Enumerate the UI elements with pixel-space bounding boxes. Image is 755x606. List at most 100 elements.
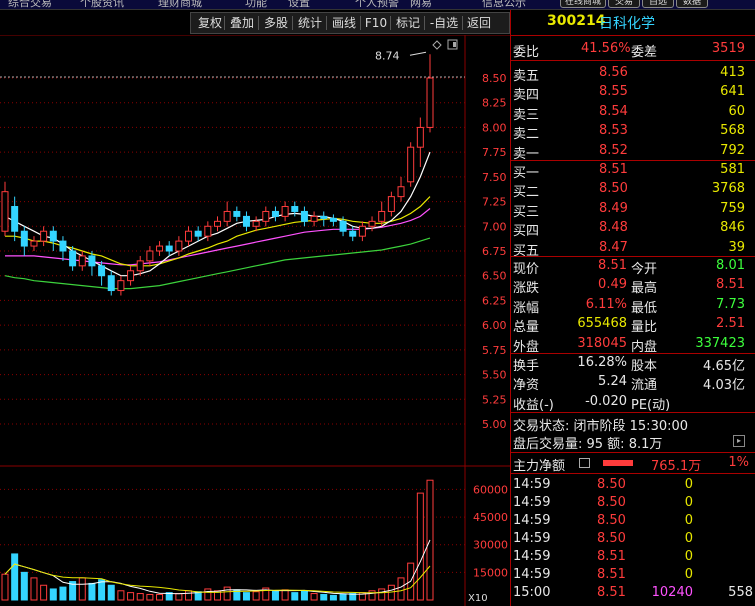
menu-item[interactable]: 综合交易 bbox=[8, 0, 52, 9]
stat-label: PE(动) bbox=[631, 397, 671, 413]
candle[interactable] bbox=[262, 210, 270, 222]
stat-value: 16.28% bbox=[577, 355, 627, 370]
menu-item[interactable]: 设置 bbox=[288, 0, 310, 9]
candle[interactable] bbox=[49, 230, 57, 242]
volume-bar bbox=[397, 577, 405, 601]
candle[interactable] bbox=[204, 225, 212, 237]
candle[interactable] bbox=[88, 255, 96, 267]
candle[interactable] bbox=[329, 217, 337, 222]
volume-bar bbox=[185, 590, 193, 601]
expand-icon[interactable]: ▸ bbox=[733, 435, 745, 447]
candle[interactable] bbox=[40, 230, 48, 242]
price-tick-label: 7.25 bbox=[482, 196, 507, 209]
candle[interactable] bbox=[1, 191, 9, 232]
candle[interactable] bbox=[194, 230, 202, 237]
candle[interactable] bbox=[127, 270, 135, 282]
toolbar-button[interactable]: 叠加 bbox=[225, 13, 259, 33]
candle[interactable] bbox=[20, 230, 28, 247]
candle[interactable] bbox=[146, 250, 154, 262]
bid-row[interactable]: 买四 8.48 846 bbox=[511, 219, 755, 239]
bid-row[interactable]: 买二 8.50 3768 bbox=[511, 180, 755, 200]
candle[interactable] bbox=[223, 210, 231, 222]
menu-icon[interactable] bbox=[579, 458, 590, 468]
kline-chart[interactable]: 8.50 8.25 8.00 7.75 7.50 7.25 7.00 6.75 6.50 6.25… bbox=[0, 34, 510, 606]
candle[interactable] bbox=[242, 215, 250, 227]
menu-item[interactable]: 个股资讯 bbox=[80, 0, 124, 9]
ask-row[interactable]: 卖五 8.56 413 bbox=[511, 64, 755, 84]
candle[interactable] bbox=[358, 225, 366, 237]
candle[interactable] bbox=[320, 215, 328, 219]
candle[interactable] bbox=[407, 146, 415, 183]
menu-item[interactable]: 信息公示 bbox=[482, 0, 526, 9]
menu-item[interactable]: 网易 bbox=[410, 0, 432, 9]
top-button[interactable]: 数据 bbox=[676, 0, 708, 8]
ask-row-price: 8.54 bbox=[599, 103, 628, 119]
candle[interactable] bbox=[175, 240, 183, 252]
candle[interactable] bbox=[214, 220, 221, 227]
toolbar-button[interactable]: 标记 bbox=[391, 13, 425, 33]
candle[interactable] bbox=[339, 220, 347, 232]
top-button[interactable]: 自选 bbox=[642, 0, 674, 8]
candle[interactable] bbox=[378, 210, 386, 222]
stat-value: 8.51 bbox=[716, 277, 745, 293]
candle[interactable] bbox=[310, 215, 318, 222]
candle[interactable] bbox=[136, 260, 144, 272]
volume-bar bbox=[30, 577, 38, 601]
candle[interactable] bbox=[300, 210, 308, 222]
kline-chart-area[interactable]: 8.50 8.25 8.00 7.75 7.50 7.25 7.00 6.75 6.50 6.25… bbox=[0, 34, 510, 606]
stat-label: 流通 bbox=[631, 378, 658, 394]
candle[interactable] bbox=[233, 210, 241, 217]
toolbar-button[interactable]: -自选 bbox=[425, 13, 463, 33]
candle[interactable] bbox=[30, 240, 38, 247]
candle[interactable] bbox=[271, 210, 279, 217]
candle[interactable] bbox=[117, 280, 125, 292]
ask-row[interactable]: 卖四 8.55 641 bbox=[511, 83, 755, 103]
menu-item[interactable]: 理财商城 bbox=[158, 0, 202, 9]
candle[interactable] bbox=[416, 126, 424, 148]
main-flow-label: 主力净额 bbox=[513, 459, 566, 474]
top-button[interactable]: 在线商城 bbox=[560, 0, 606, 8]
candle[interactable] bbox=[281, 206, 289, 217]
toolbar-button[interactable]: 统计 bbox=[293, 13, 327, 33]
candle[interactable] bbox=[165, 245, 173, 252]
top-button[interactable]: 交易 bbox=[608, 0, 640, 8]
diamond-icon[interactable] bbox=[432, 40, 442, 50]
toolbar-button[interactable]: 复权 bbox=[195, 13, 225, 33]
candle[interactable] bbox=[11, 206, 19, 232]
toolbar-button[interactable]: 画线 bbox=[327, 13, 361, 33]
candle[interactable] bbox=[69, 250, 77, 267]
tick-price: 8.50 bbox=[597, 477, 626, 492]
ask-row[interactable]: 卖一 8.52 792 bbox=[511, 142, 755, 162]
candle[interactable] bbox=[98, 265, 106, 277]
bid-row-volume: 581 bbox=[720, 162, 745, 177]
ask-row[interactable]: 卖二 8.53 568 bbox=[511, 122, 755, 142]
chart-toolbar: 复权 叠加 多股 统计 画线 F10 标记 -自选 返回 bbox=[190, 12, 510, 34]
toolbar-button[interactable]: F10 bbox=[361, 13, 391, 33]
stock-terminal: 综合交易 个股资讯 理财商城 功能 设置 个人预警 网易 信息公示 在线商城 交易 自选 数据 复权… bbox=[0, 0, 755, 606]
weibi-label: 委比 bbox=[513, 45, 540, 60]
candle[interactable] bbox=[368, 220, 376, 227]
candle[interactable] bbox=[185, 230, 193, 242]
bid-row[interactable]: 买一 8.51 581 bbox=[511, 161, 755, 181]
toolbar-button[interactable]: 多股 bbox=[259, 13, 293, 33]
ask-row[interactable]: 卖三 8.54 60 bbox=[511, 103, 755, 123]
candle[interactable] bbox=[397, 186, 405, 198]
candle[interactable] bbox=[387, 196, 395, 212]
bid-row[interactable]: 买三 8.49 759 bbox=[511, 200, 755, 220]
candle[interactable] bbox=[426, 77, 434, 128]
toolbar-button[interactable]: 返回 bbox=[463, 13, 495, 33]
tick-price: 8.50 bbox=[597, 513, 626, 528]
candle[interactable] bbox=[156, 245, 164, 252]
candle[interactable] bbox=[78, 255, 86, 267]
candle[interactable] bbox=[349, 230, 357, 237]
candle[interactable] bbox=[107, 275, 115, 292]
candle[interactable] bbox=[59, 240, 67, 252]
candle[interactable] bbox=[252, 220, 260, 227]
divider bbox=[511, 353, 755, 354]
menu-item[interactable]: 个人预警 bbox=[355, 0, 399, 9]
menu-item[interactable]: 功能 bbox=[245, 0, 267, 9]
candle[interactable] bbox=[291, 206, 299, 212]
stat-value: -0.020 bbox=[585, 393, 627, 409]
bid-row[interactable]: 买五 8.47 39 bbox=[511, 239, 755, 259]
volume-ma5-line bbox=[4, 539, 431, 595]
